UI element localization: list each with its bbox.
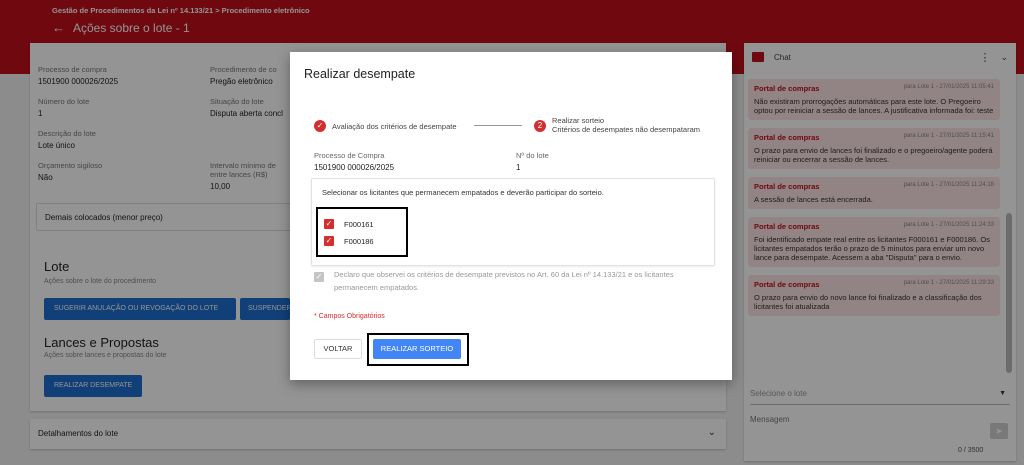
declaration-text: Declaro que observei os critérios de des… <box>334 270 674 292</box>
numero-lote-field: Nº do lote 1 <box>516 151 549 172</box>
checkbox-disabled-icon: ✓ <box>314 272 324 282</box>
step-2: 2 Realizar sorteio Critérios de desempat… <box>534 116 700 134</box>
stepper-connector <box>474 125 522 126</box>
step-number-icon: 2 <box>534 120 546 132</box>
highlight-box <box>316 207 408 257</box>
voltar-button[interactable]: VOLTAR <box>314 339 362 359</box>
dialog-title: Realizar desempate <box>304 67 416 81</box>
desempate-dialog: Realizar desempate ✓ Avaliação dos crité… <box>290 52 732 380</box>
check-circle-icon: ✓ <box>314 120 326 132</box>
highlight-box <box>367 333 469 366</box>
required-fields-note: * Campos Obrigatórios <box>314 313 385 320</box>
processo-compra-field: Processo de Compra 1501900 000026/2025 <box>314 151 395 172</box>
step-1: ✓ Avaliação dos critérios de desempate <box>314 120 457 132</box>
selection-instruction: Selecionar os licitantes que permanecem … <box>322 188 604 197</box>
declaration-row[interactable]: ✓ Declaro que observei os critérios de d… <box>314 269 684 295</box>
